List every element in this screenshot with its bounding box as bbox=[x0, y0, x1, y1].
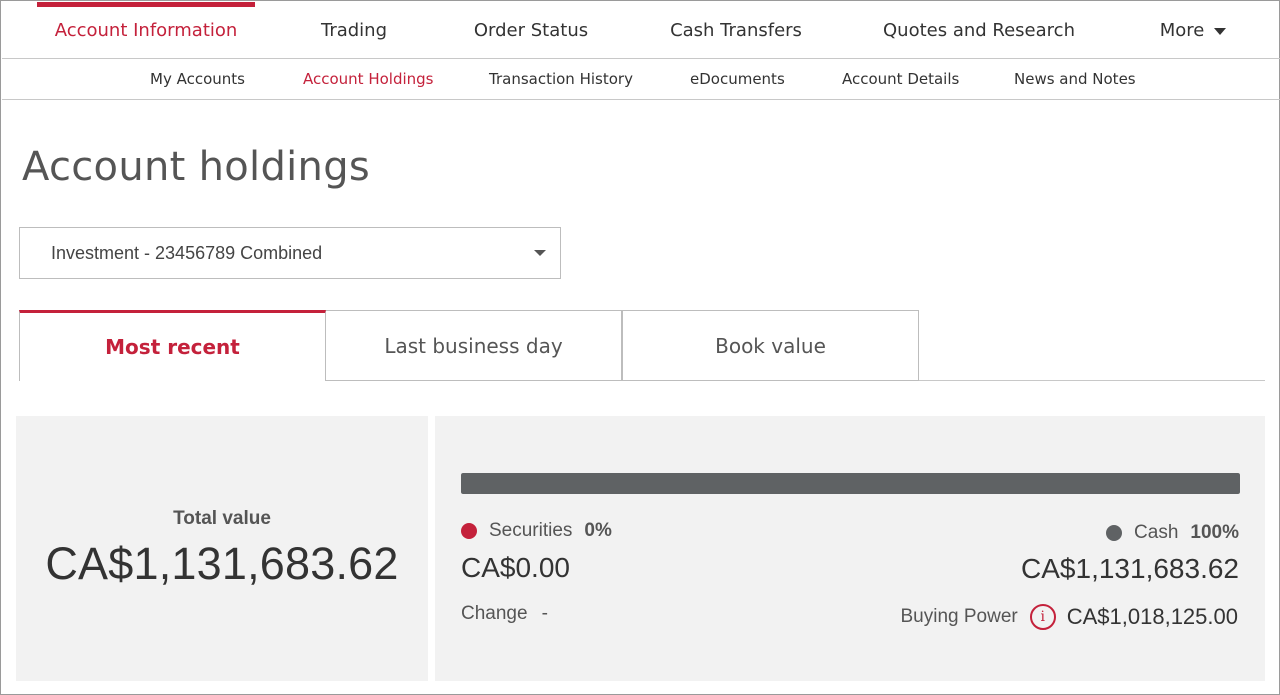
top-nav-label: More bbox=[1159, 20, 1205, 41]
top-nav-order-status[interactable]: Order Status bbox=[457, 2, 605, 59]
top-nav-label: Trading bbox=[320, 20, 388, 41]
sub-nav-account-holdings[interactable]: Account Holdings bbox=[303, 59, 434, 99]
cash-dot-icon bbox=[1106, 525, 1123, 541]
tab-label: Last business day bbox=[384, 333, 563, 358]
change-row: Change - bbox=[461, 603, 548, 625]
sub-nav-label: eDocuments bbox=[690, 70, 785, 88]
securities-amount: CA$0.00 bbox=[461, 552, 570, 583]
tab-most-recent[interactable]: Most recent bbox=[19, 310, 326, 381]
top-nav-label: Cash Transfers bbox=[670, 20, 802, 41]
chevron-down-icon bbox=[1214, 28, 1227, 35]
securities-percent: 0% bbox=[584, 520, 612, 541]
sub-nav-edocuments[interactable]: eDocuments bbox=[690, 59, 785, 99]
top-nav-quotes-and-research[interactable]: Quotes and Research bbox=[870, 2, 1088, 59]
securities-legend: Securities 0% bbox=[461, 520, 612, 542]
top-nav-label: Quotes and Research bbox=[883, 20, 1075, 41]
securities-label: Securities bbox=[489, 520, 573, 541]
info-icon[interactable]: i bbox=[1029, 604, 1056, 630]
total-value-panel: Total value CA$1,131,683.62 bbox=[16, 416, 428, 681]
tab-last-business-day[interactable]: Last business day bbox=[325, 310, 622, 381]
sub-nav-news-and-notes[interactable]: News and Notes bbox=[1014, 59, 1136, 99]
top-nav-label: Order Status bbox=[473, 20, 589, 41]
cash-legend: Cash 100% bbox=[1106, 522, 1239, 544]
top-nav-cash-transfers[interactable]: Cash Transfers bbox=[652, 2, 820, 59]
top-nav-label: Account Information bbox=[54, 20, 238, 41]
top-nav-trading[interactable]: Trading bbox=[302, 2, 406, 59]
sub-nav-my-accounts[interactable]: My Accounts bbox=[150, 59, 245, 99]
cash-bar-fill bbox=[461, 473, 1240, 494]
sub-nav-label: News and Notes bbox=[1014, 70, 1136, 88]
buying-power-label: Buying Power bbox=[900, 606, 1018, 627]
sub-nav-label: Transaction History bbox=[489, 70, 633, 88]
cash-label: Cash bbox=[1134, 522, 1179, 543]
page-title: Account holdings bbox=[22, 144, 371, 190]
tab-label: Book value bbox=[715, 333, 826, 358]
account-select[interactable]: Investment - 23456789 Combined bbox=[19, 227, 561, 279]
total-value-label: Total value bbox=[173, 508, 271, 529]
buying-power-row: Buying Power i CA$1,018,125.00 bbox=[900, 604, 1238, 630]
change-label: Change bbox=[461, 603, 528, 624]
chevron-down-icon bbox=[534, 250, 546, 256]
securities-dot-icon bbox=[461, 523, 477, 539]
allocation-bar bbox=[461, 473, 1240, 494]
top-nav-account-information[interactable]: Account Information bbox=[37, 2, 255, 59]
account-select-value: Investment - 23456789 Combined bbox=[51, 242, 323, 263]
sub-nav-label: My Accounts bbox=[150, 70, 245, 88]
buying-power-value: CA$1,018,125.00 bbox=[1066, 604, 1238, 629]
allocation-panel: Securities 0% CA$0.00 Change - Cash 100%… bbox=[435, 416, 1265, 681]
top-navigation: Account Information Trading Order Status… bbox=[2, 2, 1280, 59]
tab-book-value[interactable]: Book value bbox=[622, 310, 919, 381]
app-frame: Account Information Trading Order Status… bbox=[0, 0, 1280, 695]
sub-nav-account-details[interactable]: Account Details bbox=[842, 59, 959, 99]
top-nav-more[interactable]: More bbox=[1138, 2, 1248, 59]
cash-percent: 100% bbox=[1190, 522, 1239, 543]
sub-nav-label: Account Holdings bbox=[303, 70, 434, 88]
total-value-amount: CA$1,131,683.62 bbox=[45, 538, 399, 589]
sub-nav-transaction-history[interactable]: Transaction History bbox=[489, 59, 633, 99]
change-value: - bbox=[541, 603, 548, 624]
cash-amount: CA$1,131,683.62 bbox=[1021, 553, 1239, 584]
sub-nav-label: Account Details bbox=[842, 70, 960, 88]
tab-label: Most recent bbox=[105, 335, 240, 359]
sub-navigation: My Accounts Account Holdings Transaction… bbox=[2, 59, 1280, 100]
